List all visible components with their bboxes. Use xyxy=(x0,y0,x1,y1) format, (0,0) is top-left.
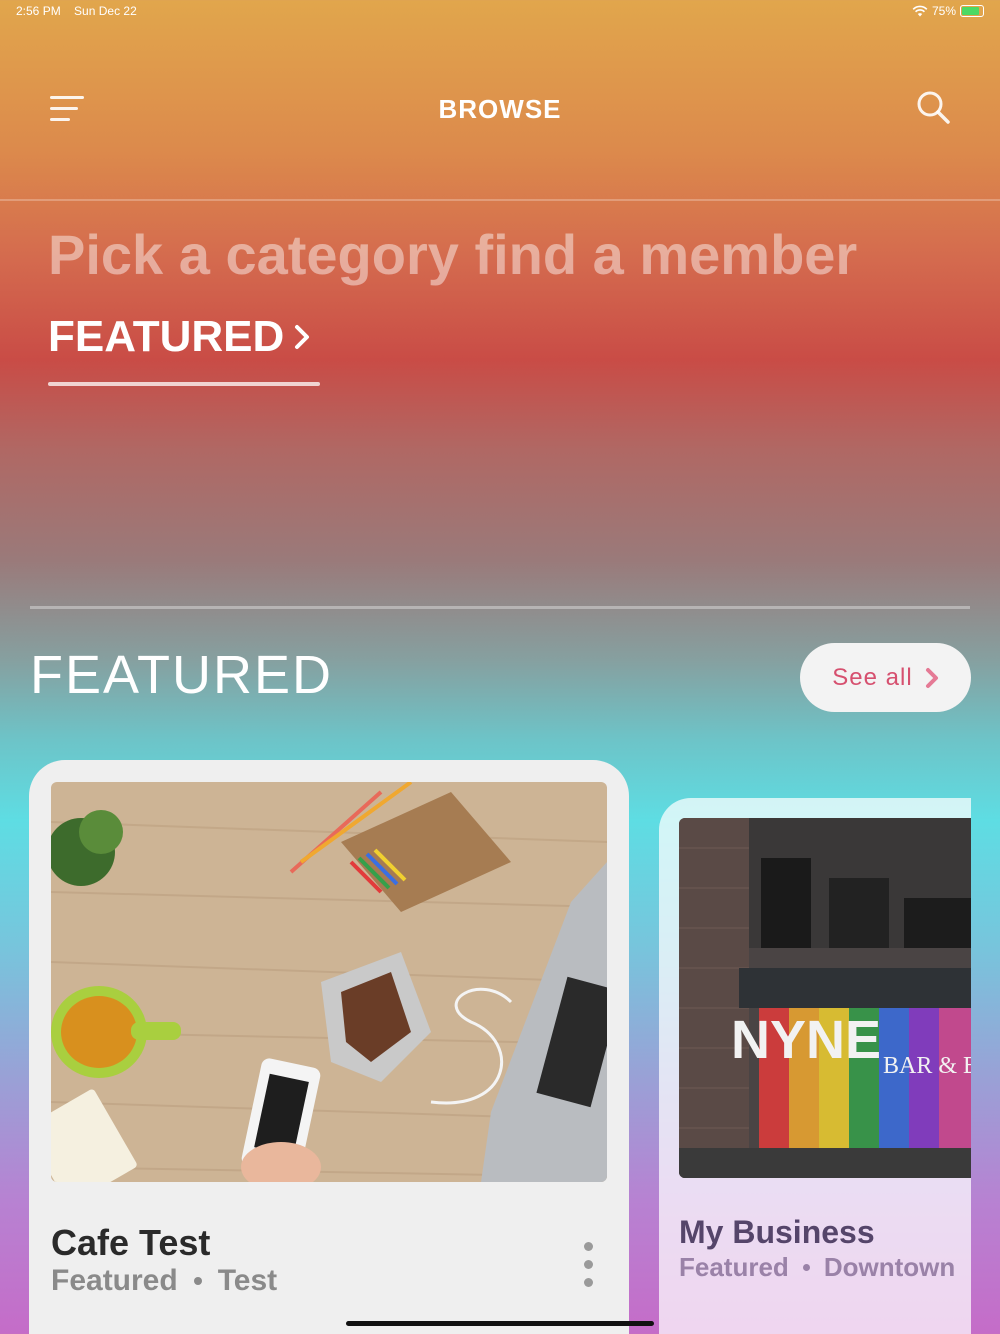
battery-icon xyxy=(960,5,984,17)
more-options-icon[interactable] xyxy=(581,1242,597,1290)
business-tags: Featured Downtown xyxy=(679,1252,955,1283)
category-tab-featured[interactable]: FEATURED xyxy=(48,312,310,362)
storefront-sign-text: NYNE xyxy=(731,1010,881,1070)
page-title: BROWSE xyxy=(438,94,562,124)
status-right: 75% xyxy=(912,4,984,18)
business-card-my-business[interactable]: NYNE BAR & BIST My Business Featured Dow… xyxy=(659,798,971,1334)
chevron-right-icon xyxy=(295,325,310,349)
business-tag: Featured xyxy=(679,1252,789,1282)
battery-percent: 75% xyxy=(931,4,956,18)
wifi-icon xyxy=(912,5,928,17)
hero-tagline: Pick a category find a member xyxy=(48,223,858,286)
category-tab-underline xyxy=(48,382,320,386)
chevron-right-icon xyxy=(925,667,938,688)
status-bar: 2:56 PM Sun Dec 22 75% xyxy=(16,4,984,20)
header-divider xyxy=(0,199,1000,201)
business-card-cafe-test[interactable]: Cafe Test Featured Test xyxy=(29,760,629,1334)
business-tag: Downtown xyxy=(823,1252,956,1282)
business-tag: Featured xyxy=(51,1264,178,1297)
business-tag: Test xyxy=(217,1264,278,1297)
see-all-label: See all xyxy=(832,663,913,691)
separator-dot xyxy=(802,1264,810,1271)
top-navigation-bar: BROWSE xyxy=(0,60,1000,160)
search-icon[interactable] xyxy=(916,90,950,124)
nyne-bar-bistro-storefront-photo: NYNE BAR & BIST xyxy=(679,818,971,1178)
status-left: 2:56 PM Sun Dec 22 xyxy=(16,4,147,18)
see-all-button[interactable]: See all xyxy=(800,643,971,712)
storefront-sign-subtext: BAR & BIST xyxy=(883,1053,971,1079)
featured-section-title: FEATURED xyxy=(30,645,334,705)
section-divider xyxy=(30,606,970,609)
separator-dot xyxy=(193,1277,202,1285)
status-date: Sun Dec 22 xyxy=(74,4,137,18)
desk-workspace-photo xyxy=(51,782,607,1182)
home-indicator[interactable] xyxy=(346,1321,654,1326)
status-time: 2:56 PM xyxy=(16,4,61,18)
business-name: Cafe Test xyxy=(51,1222,211,1263)
business-name: My Business xyxy=(679,1214,875,1250)
business-tags: Featured Test xyxy=(51,1264,277,1298)
category-tab-label: FEATURED xyxy=(48,312,285,361)
